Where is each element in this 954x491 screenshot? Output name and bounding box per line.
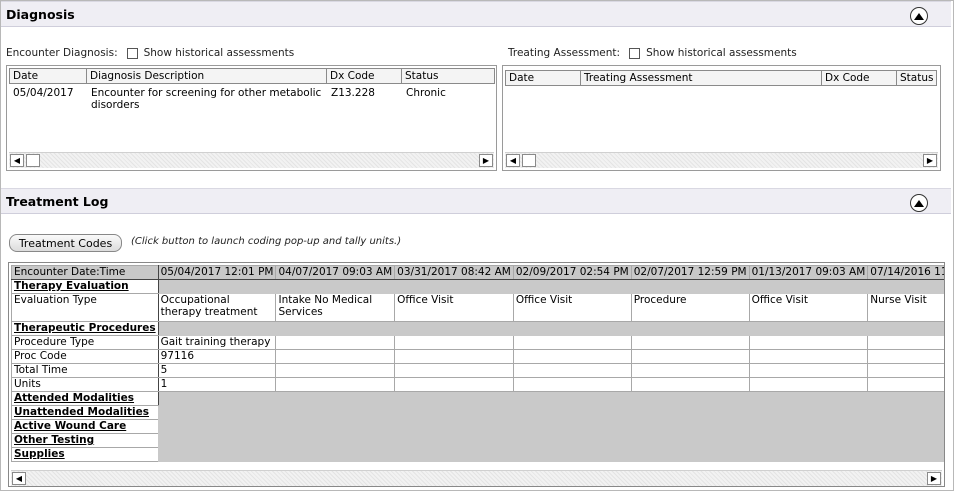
col-header-status[interactable]: Status xyxy=(897,70,937,86)
scroll-right-icon[interactable]: ▶ xyxy=(927,472,941,485)
col-header-treating-assessment[interactable]: Treating Assessment xyxy=(581,70,822,86)
treating-grid-header: Date Treating Assessment Dx Code Status xyxy=(505,70,937,86)
units-label: Units xyxy=(11,377,159,392)
treating-horizontal-scrollbar[interactable]: ◀ ▶ xyxy=(505,152,938,168)
treating-assessment-row: Treating Assessment: Show historical ass… xyxy=(508,47,797,59)
header-row: Encounter Date:Time 05/04/2017 12:01 PM … xyxy=(11,265,944,280)
therapeutic-procedures-label[interactable]: Therapeutic Procedures xyxy=(11,321,159,336)
encounter-date-col-5[interactable]: 02/07/2017 12:59 PM xyxy=(630,265,750,280)
encounter-date-col-3[interactable]: 03/31/2017 08:42 AM xyxy=(394,265,514,280)
attended-modalities-row: Attended Modalities xyxy=(11,391,944,462)
collapse-treatment-log-icon[interactable] xyxy=(910,194,928,212)
treating-show-historical-label: Show historical assessments xyxy=(646,47,797,59)
col-header-status[interactable]: Status xyxy=(402,68,495,84)
col-header-date[interactable]: Date xyxy=(9,68,87,84)
total-time-label: Total Time xyxy=(11,363,159,378)
collapse-diagnosis-icon[interactable] xyxy=(910,7,928,25)
scroll-thumb[interactable] xyxy=(26,154,40,167)
procedure-type-row: Procedure Type Gait training therapy xyxy=(11,335,944,350)
encounter-diagnosis-grid: Date Diagnosis Description Dx Code Statu… xyxy=(6,65,497,171)
unattended-modalities-label[interactable]: Unattended Modalities xyxy=(11,405,159,420)
treatment-log-section-header: Treatment Log xyxy=(1,188,951,214)
proc-code-cell[interactable]: 97116 xyxy=(157,349,277,364)
treating-show-historical-checkbox[interactable] xyxy=(629,47,641,59)
scroll-left-icon[interactable]: ◀ xyxy=(10,154,24,167)
scroll-left-icon[interactable]: ◀ xyxy=(12,472,26,485)
treatment-log-grid: Encounter Date:Time 05/04/2017 12:01 PM … xyxy=(8,262,945,487)
treatment-log-title: Treatment Log xyxy=(6,194,109,209)
evaluation-type-cell[interactable]: Intake No Medical Services xyxy=(275,293,396,322)
treatment-codes-button[interactable]: Treatment Codes xyxy=(9,234,122,252)
proc-code-row: Proc Code 97116 xyxy=(11,349,944,364)
treating-assessment-grid: Date Treating Assessment Dx Code Status … xyxy=(502,65,941,171)
evaluation-type-cell[interactable]: Occupational therapy treatment xyxy=(157,293,277,322)
treating-assessment-label: Treating Assessment: xyxy=(508,47,621,59)
scroll-left-icon[interactable]: ◀ xyxy=(506,154,520,167)
encounter-date-col-1[interactable]: 05/04/2017 12:01 PM xyxy=(157,265,277,280)
units-row: Units 1 xyxy=(11,377,944,392)
encounter-date-time-label: Encounter Date:Time xyxy=(11,265,159,280)
row-description: Encounter for screening for other metabo… xyxy=(91,87,322,111)
encounter-grid-header: Date Diagnosis Description Dx Code Statu… xyxy=(9,68,495,84)
encounter-diagnosis-label: Encounter Diagnosis: xyxy=(6,47,118,59)
scroll-right-icon[interactable]: ▶ xyxy=(479,154,493,167)
supplies-label[interactable]: Supplies xyxy=(11,447,159,462)
evaluation-type-row: Evaluation Type Occupational therapy tre… xyxy=(11,293,944,322)
table-row[interactable]: 05/04/2017 Encounter for screening for o… xyxy=(9,86,495,112)
therapy-evaluation-label[interactable]: Therapy Evaluation xyxy=(11,279,159,294)
evaluation-type-cell[interactable]: Office Visit xyxy=(394,293,514,322)
treatment-codes-hint: (Click button to launch coding pop-up an… xyxy=(131,236,402,247)
proc-code-label: Proc Code xyxy=(11,349,159,364)
total-time-row: Total Time 5 xyxy=(11,363,944,378)
evaluation-type-cell[interactable]: Office Visit xyxy=(748,293,869,322)
evaluation-type-cell[interactable]: Office Visit xyxy=(512,293,632,322)
col-header-dx-code[interactable]: Dx Code xyxy=(822,70,897,86)
active-wound-care-label[interactable]: Active Wound Care xyxy=(11,419,159,434)
evaluation-type-label: Evaluation Type xyxy=(11,293,159,322)
encounter-date-col-4[interactable]: 02/09/2017 02:54 PM xyxy=(512,265,632,280)
scroll-thumb[interactable] xyxy=(522,154,536,167)
total-time-cell[interactable]: 5 xyxy=(157,363,277,378)
encounter-show-historical-checkbox[interactable] xyxy=(126,47,138,59)
row-date: 05/04/2017 xyxy=(13,87,74,99)
evaluation-type-cell[interactable]: Nurse Visit xyxy=(867,293,944,322)
scroll-right-icon[interactable]: ▶ xyxy=(923,154,937,167)
units-cell[interactable]: 1 xyxy=(157,377,277,392)
row-status: Chronic xyxy=(406,87,446,99)
encounter-date-col-6[interactable]: 01/13/2017 09:03 AM xyxy=(748,265,869,280)
encounter-horizontal-scrollbar[interactable]: ◀ ▶ xyxy=(9,152,494,168)
col-header-description[interactable]: Diagnosis Description xyxy=(87,68,327,84)
therapeutic-procedures-row: Therapeutic Procedures xyxy=(11,321,944,336)
other-testing-label[interactable]: Other Testing xyxy=(11,433,159,448)
procedure-type-cell[interactable]: Gait training therapy xyxy=(157,335,277,350)
row-dx-code: Z13.228 xyxy=(331,87,375,99)
attended-modalities-label[interactable]: Attended Modalities xyxy=(11,391,159,406)
encounter-date-col-7[interactable]: 07/14/2016 11:19 xyxy=(867,265,944,280)
encounter-date-col-2[interactable]: 04/07/2017 09:03 AM xyxy=(275,265,396,280)
procedure-type-label: Procedure Type xyxy=(11,335,159,350)
diagnosis-section-header: Diagnosis xyxy=(1,1,951,27)
col-header-dx-code[interactable]: Dx Code xyxy=(327,68,402,84)
evaluation-type-cell[interactable]: Procedure xyxy=(630,293,750,322)
encounter-diagnosis-row: Encounter Diagnosis: Show historical ass… xyxy=(6,47,294,59)
col-header-date[interactable]: Date xyxy=(505,70,581,86)
treatment-log-horizontal-scrollbar[interactable]: ◀ ▶ xyxy=(11,470,942,486)
therapy-evaluation-row: Therapy Evaluation xyxy=(11,279,944,294)
diagnosis-title: Diagnosis xyxy=(6,7,75,22)
encounter-show-historical-label: Show historical assessments xyxy=(143,47,295,59)
